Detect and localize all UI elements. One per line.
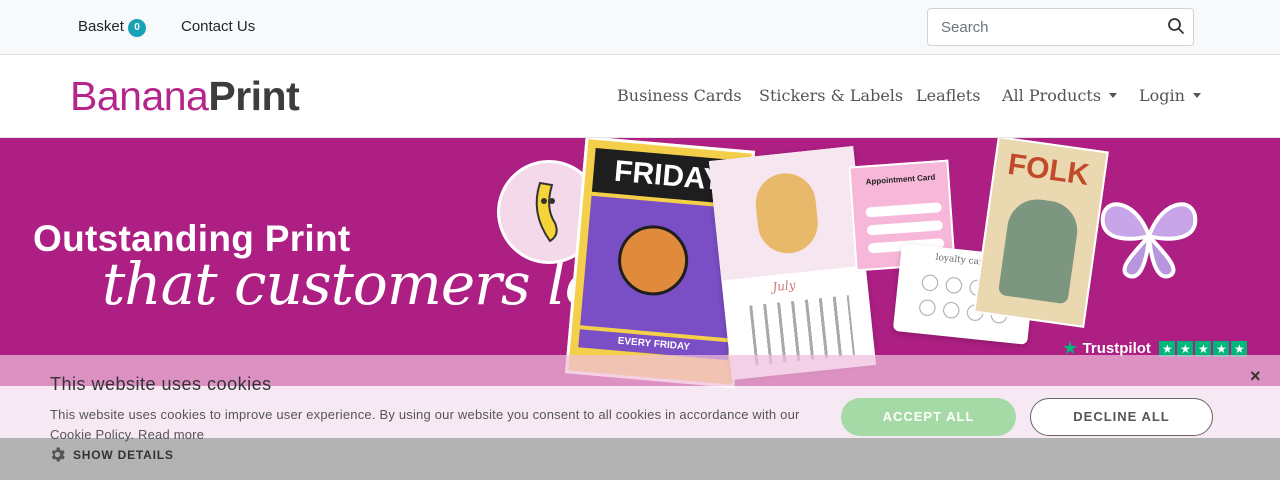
search-icon[interactable] — [1167, 17, 1187, 37]
top-bar: Basket 0 Contact Us — [0, 0, 1280, 55]
nav-all-products[interactable]: All Products — [1002, 86, 1118, 105]
nav-stickers-labels[interactable]: Stickers & Labels — [759, 86, 903, 105]
nav-business-cards[interactable]: Business Cards — [617, 86, 742, 105]
main-navbar: BananaPrint Business Cards Stickers & La… — [0, 55, 1280, 138]
show-details-label: SHOW DETAILS — [73, 448, 174, 462]
folk-poster-image: FOLK — [973, 138, 1109, 328]
accept-all-button[interactable]: ACCEPT ALL — [841, 398, 1016, 436]
contact-us-link[interactable]: Contact Us — [181, 18, 255, 35]
calendar-month: July — [771, 277, 797, 295]
butterfly-sticker-image — [1095, 190, 1203, 282]
read-more-link[interactable]: Read more — [138, 427, 204, 442]
search-box — [927, 8, 1194, 46]
cookie-message: This website uses cookies to improve use… — [50, 405, 810, 445]
logo-text-banana: Banana — [70, 73, 209, 119]
nav-login-label: Login — [1139, 86, 1185, 105]
nav-leaflets[interactable]: Leaflets — [916, 86, 980, 105]
gear-icon — [50, 447, 65, 465]
nav-all-products-label: All Products — [1002, 86, 1102, 105]
appointment-card-title: Appointment Card — [865, 172, 936, 187]
cookie-title: This website uses cookies — [50, 374, 272, 394]
nav-login[interactable]: Login — [1139, 86, 1201, 105]
search-input[interactable] — [929, 10, 1159, 44]
show-details-toggle[interactable]: SHOW DETAILS — [50, 447, 174, 465]
caret-down-icon — [1109, 93, 1118, 98]
bananaprint-logo[interactable]: BananaPrint — [70, 73, 300, 119]
caret-down-icon — [1192, 93, 1201, 98]
logo-text-print: Print — [208, 73, 300, 119]
decline-all-button[interactable]: DECLINE ALL — [1030, 398, 1213, 436]
basket-link[interactable]: Basket — [78, 18, 124, 35]
folk-poster-title: FOLK — [1005, 147, 1092, 192]
close-icon[interactable]: × — [1250, 366, 1261, 387]
basket-count-badge: 0 — [128, 19, 146, 37]
